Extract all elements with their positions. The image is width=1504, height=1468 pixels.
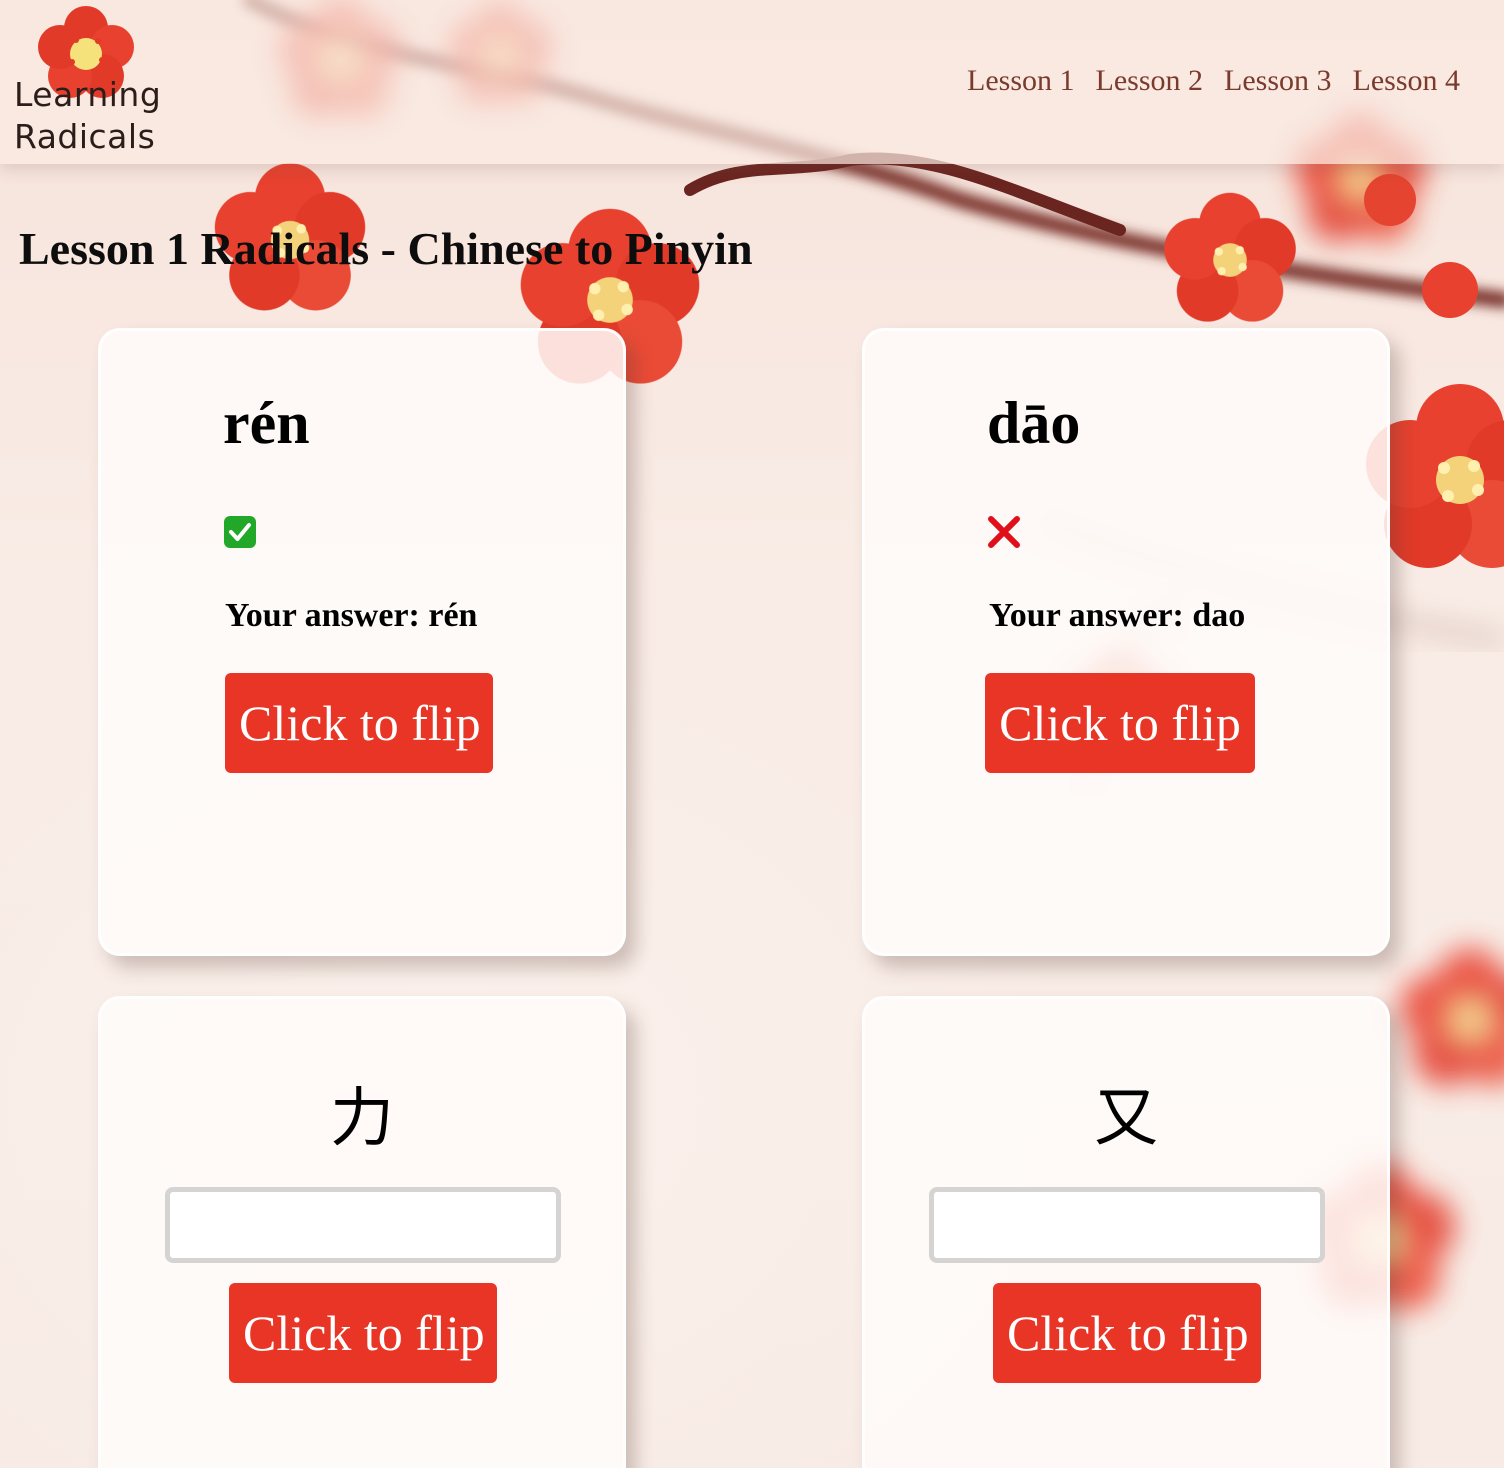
page-title: Lesson 1 Radicals - Chinese to Pinyin [19, 223, 753, 274]
nav-lesson-3[interactable]: Lesson 3 [1224, 64, 1332, 98]
site-header: Learning Radicals Lesson 1 Lesson 2 Less… [0, 0, 1504, 164]
flip-button[interactable]: Click to flip [993, 1283, 1261, 1383]
nav-lesson-2[interactable]: Lesson 2 [1096, 64, 1204, 98]
flip-button[interactable]: Click to flip [985, 673, 1255, 773]
pinyin-answer: rén [223, 390, 310, 456]
logo-line-2: Radicals [14, 117, 156, 156]
flashcard-answered-correct: rén Your answer: rén Click to flip [98, 328, 626, 956]
flashcard-answered-incorrect: dāo Your answer: dao Click to flip [862, 328, 1390, 956]
site-logo[interactable]: Learning Radicals [10, 4, 161, 156]
user-answer: Your answer: dao [989, 597, 1246, 634]
flashcard-unanswered: 力 Click to flip [98, 996, 626, 1468]
radical-character: 力 [330, 1082, 394, 1156]
nav-lesson-4[interactable]: Lesson 4 [1353, 64, 1461, 98]
logo-line-1: Learning [14, 75, 162, 114]
flip-button[interactable]: Click to flip [229, 1283, 497, 1383]
logo-wordmark: Learning Radicals [14, 74, 161, 158]
check-icon [224, 516, 256, 548]
lesson-nav: Lesson 1 Lesson 2 Lesson 3 Lesson 4 [967, 64, 1460, 98]
radical-character: 又 [1094, 1082, 1158, 1156]
cross-icon [988, 516, 1020, 548]
nav-lesson-1[interactable]: Lesson 1 [967, 64, 1075, 98]
flip-button[interactable]: Click to flip [225, 673, 493, 773]
pinyin-answer: dāo [987, 390, 1081, 456]
flashcard-unanswered: 又 Click to flip [862, 996, 1390, 1468]
pinyin-input[interactable] [165, 1187, 561, 1263]
user-answer: Your answer: rén [225, 597, 478, 634]
pinyin-input[interactable] [929, 1187, 1325, 1263]
